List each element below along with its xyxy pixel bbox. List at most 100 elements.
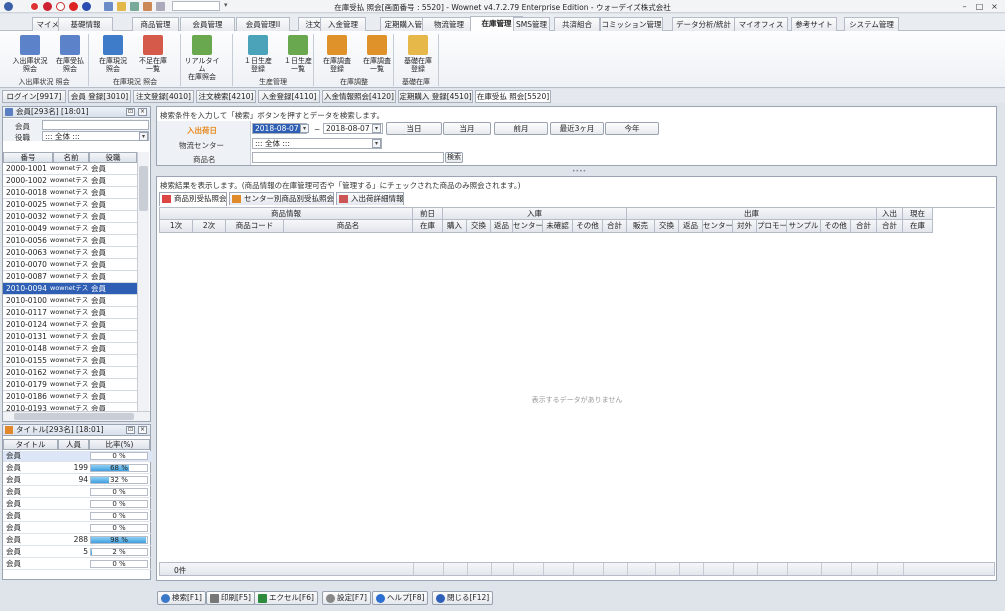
title-row[interactable]: 会員 5 2 % bbox=[3, 547, 153, 558]
member-row[interactable]: 2010-0056wownetテスト会員 bbox=[3, 235, 137, 247]
member-row[interactable]: 2010-0193wownetテスト会員 bbox=[3, 403, 137, 411]
member-row[interactable]: 2010-0162wownetテスト会員 bbox=[3, 367, 137, 379]
center-dropdown-icon[interactable]: ▾ bbox=[372, 139, 381, 148]
grid-col-14[interactable]: 返品 bbox=[679, 220, 703, 233]
product-search-button[interactable]: 検索 bbox=[445, 152, 463, 163]
ribbon-button-6[interactable]: １日生産 一覧 bbox=[278, 35, 318, 79]
member-row[interactable]: 2010-0124wownetテスト会員 bbox=[3, 319, 137, 331]
search-button[interactable]: 検索[F1] bbox=[157, 591, 206, 605]
date-to-calendar-icon[interactable]: ▾ bbox=[372, 124, 381, 133]
this-year-button[interactable]: 今年 bbox=[605, 122, 659, 135]
title-row[interactable]: 会員 199 68 % bbox=[3, 463, 153, 474]
member-horizontal-scrollbar[interactable] bbox=[3, 411, 150, 421]
grid-col-21[interactable]: 合計 bbox=[877, 220, 903, 233]
member-row[interactable]: 2000-1001wownetテスト会員 bbox=[3, 163, 137, 175]
title-row[interactable]: 会員 288 98 % bbox=[3, 535, 153, 546]
menu-tab-2[interactable]: 商品管理 bbox=[132, 17, 179, 31]
title-row[interactable]: 会員 94 32 % bbox=[3, 475, 153, 486]
pin-icon[interactable]: ⊡ bbox=[126, 426, 135, 434]
date-from-input[interactable]: 2018-08-07 bbox=[252, 123, 307, 134]
title-col-title[interactable]: タイトル bbox=[3, 439, 58, 450]
grid-col-1[interactable]: 2次 bbox=[193, 220, 226, 233]
member-row[interactable]: 2010-0155wownetテスト会員 bbox=[3, 355, 137, 367]
minimize-icon[interactable]: – bbox=[958, 1, 971, 12]
grid-col-4[interactable]: 在庫 bbox=[413, 220, 443, 233]
grid-col-9[interactable]: 未確認 bbox=[543, 220, 573, 233]
grid-col-7[interactable]: 返品 bbox=[491, 220, 513, 233]
member-vertical-scrollbar[interactable] bbox=[137, 152, 149, 411]
title-row[interactable]: 会員 0 % bbox=[3, 451, 153, 462]
center-select[interactable]: ::: 全体 ::: bbox=[252, 138, 382, 149]
grid-col-12[interactable]: 販売 bbox=[627, 220, 655, 233]
menu-tab-3[interactable]: 会員管理 bbox=[180, 17, 235, 31]
grid-col-5[interactable]: 購入 bbox=[443, 220, 467, 233]
grid-col-16[interactable]: 対外 bbox=[733, 220, 757, 233]
last-3-months-button[interactable]: 最近3ヶ月 bbox=[550, 122, 604, 135]
menu-tab-14[interactable]: マイオフィス bbox=[734, 17, 788, 31]
grid-col-17[interactable]: プロモー bbox=[757, 220, 787, 233]
last-month-button[interactable]: 前月 bbox=[494, 122, 548, 135]
tab-center-product-ledger[interactable]: センター別商品別受払照会 bbox=[229, 192, 334, 205]
title-row[interactable]: 会員 0 % bbox=[3, 511, 153, 522]
title-col-count[interactable]: 人員 bbox=[58, 439, 89, 450]
grid-col-11[interactable]: 合計 bbox=[603, 220, 627, 233]
grid-col-22[interactable]: 在庫 bbox=[903, 220, 933, 233]
grid-col-10[interactable]: その他 bbox=[573, 220, 603, 233]
member-col-name[interactable]: 名前 bbox=[53, 152, 89, 163]
this-month-button[interactable]: 当月 bbox=[443, 122, 491, 135]
member-row[interactable]: 2010-0100wownetテスト会員 bbox=[3, 295, 137, 307]
product-name-input[interactable] bbox=[252, 152, 444, 163]
window-tab-7[interactable]: 在庫受払 照会[5520] bbox=[475, 90, 551, 103]
member-row[interactable]: 2010-0018wownetテスト会員 bbox=[3, 187, 137, 199]
member-row[interactable]: 2010-0049wownetテスト会員 bbox=[3, 223, 137, 235]
member-row[interactable]: 2010-0148wownetテスト会員 bbox=[3, 343, 137, 355]
close-icon[interactable]: × bbox=[988, 1, 1001, 12]
close-button[interactable]: 閉じる[F12] bbox=[432, 591, 494, 605]
member-row[interactable]: 2010-0131wownetテスト会員 bbox=[3, 331, 137, 343]
window-tab-4[interactable]: 入金登録[4110] bbox=[258, 90, 320, 103]
menu-tab-15[interactable]: 参考サイト bbox=[791, 17, 837, 31]
member-row[interactable]: 2010-0094wownetテスト会員 bbox=[3, 283, 137, 295]
grid-col-18[interactable]: サンプル bbox=[787, 220, 821, 233]
member-row[interactable]: 2010-0070wownetテスト会員 bbox=[3, 259, 137, 271]
window-tab-5[interactable]: 入金情報照会[4120] bbox=[322, 90, 396, 103]
member-row[interactable]: 2000-1002wownetテスト会員 bbox=[3, 175, 137, 187]
grid-col-20[interactable]: 合計 bbox=[851, 220, 877, 233]
ribbon-button-9[interactable]: 基礎在庫 登録 bbox=[398, 35, 438, 79]
member-search-input[interactable] bbox=[42, 120, 149, 130]
ribbon-button-2[interactable]: 在庫現況 照会 bbox=[93, 35, 133, 79]
grid-col-13[interactable]: 交換 bbox=[655, 220, 679, 233]
member-row[interactable]: 2010-0025wownetテスト会員 bbox=[3, 199, 137, 211]
today-button[interactable]: 当日 bbox=[386, 122, 442, 135]
member-row[interactable]: 2010-0186wownetテスト会員 bbox=[3, 391, 137, 403]
member-col-role[interactable]: 役職 bbox=[89, 152, 137, 163]
panel-close-icon[interactable]: × bbox=[138, 108, 147, 116]
menu-tab-13[interactable]: データ分析/統計 bbox=[672, 17, 735, 31]
maximize-icon[interactable]: □ bbox=[973, 1, 986, 12]
ribbon-button-3[interactable]: 不足在庫 一覧 bbox=[133, 35, 173, 79]
tab-inout-detail[interactable]: 入出荷詳細情報 bbox=[336, 192, 404, 205]
window-tab-1[interactable]: 会員 登録[3010] bbox=[68, 90, 131, 103]
title-row[interactable]: 会員 0 % bbox=[3, 487, 153, 498]
ribbon-button-5[interactable]: １日生産 登録 bbox=[238, 35, 278, 79]
tab-product-ledger[interactable]: 商品別受払照会 bbox=[159, 192, 227, 206]
title-row[interactable]: 会員 0 % bbox=[3, 499, 153, 510]
window-tab-6[interactable]: 定期購入 登録[4510] bbox=[398, 90, 473, 103]
excel-button[interactable]: エクセル[F6] bbox=[254, 591, 318, 605]
menu-tab-6[interactable]: 入金管理 bbox=[320, 17, 366, 31]
date-from-calendar-icon[interactable]: ▾ bbox=[300, 124, 309, 133]
window-tab-3[interactable]: 注文検索[4210] bbox=[196, 90, 256, 103]
ribbon-button-1[interactable]: 在庫受払 照会 bbox=[50, 35, 90, 79]
grid-col-6[interactable]: 交換 bbox=[467, 220, 491, 233]
member-row[interactable]: 2010-0087wownetテスト会員 bbox=[3, 271, 137, 283]
splitter-grip[interactable]: •••• bbox=[572, 168, 586, 175]
title-row[interactable]: 会員 0 % bbox=[3, 523, 153, 534]
title-row[interactable]: 会員 0 % bbox=[3, 559, 153, 570]
ribbon-button-8[interactable]: 在庫調査 一覧 bbox=[357, 35, 397, 79]
role-dropdown-icon[interactable]: ▾ bbox=[139, 132, 148, 141]
ribbon-button-0[interactable]: 入出庫状況 照会 bbox=[10, 35, 50, 79]
print-button[interactable]: 印刷[F5] bbox=[206, 591, 255, 605]
ribbon-button-7[interactable]: 在庫調査 登録 bbox=[317, 35, 357, 79]
grid-col-0[interactable]: 1次 bbox=[160, 220, 193, 233]
member-row[interactable]: 2010-0179wownetテスト会員 bbox=[3, 379, 137, 391]
